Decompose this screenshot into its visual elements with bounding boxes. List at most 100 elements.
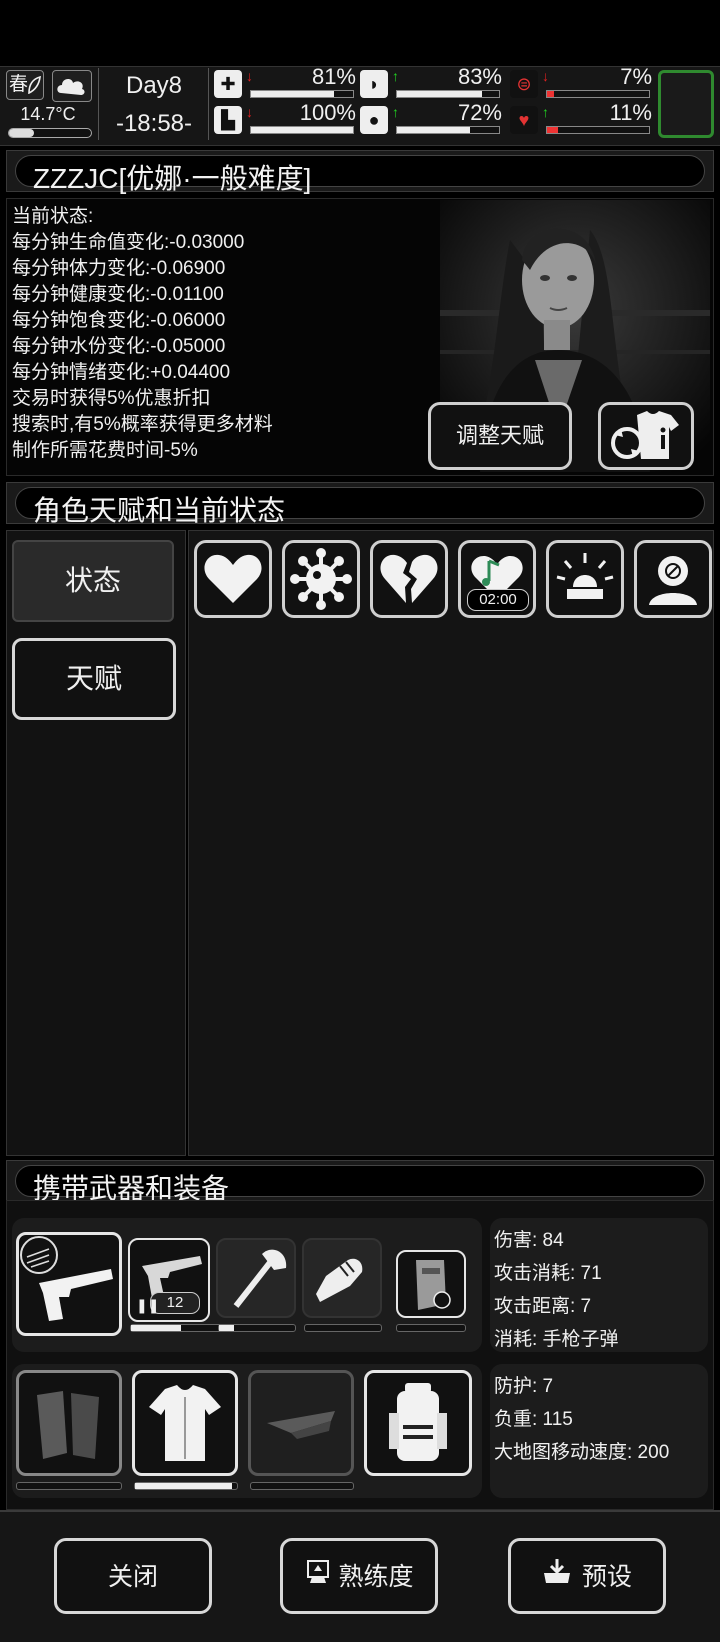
fist-icon: [316, 1258, 363, 1302]
stat-bar-stamina: [250, 126, 354, 134]
stat-value-water: 72%: [457, 100, 502, 125]
stat-bar-fill: [397, 127, 471, 133]
weapon-durability-bar: [304, 1324, 382, 1332]
effect-line: 每分钟生命值变化:-0.03000: [12, 232, 245, 253]
weapon-stats: 伤害: 84 攻击消耗: 71 攻击距离: 7 消耗: 手枪子弹: [490, 1218, 708, 1352]
divider: [98, 68, 99, 140]
weapon-slot-axe[interactable]: [216, 1238, 296, 1318]
broken-heart-icon: [380, 554, 438, 603]
medkit-icon: ✚: [214, 70, 242, 98]
stat-bar-infection: [546, 90, 650, 98]
stat-value-mood: 11%: [609, 100, 652, 125]
heart-icon: [204, 554, 262, 603]
temperature-bar: [8, 128, 92, 138]
adjust-talent-button[interactable]: 调整天赋: [428, 402, 572, 470]
weapon-durability-bar: [218, 1324, 296, 1332]
change-outfit-button[interactable]: [598, 402, 694, 470]
close-button[interactable]: 关闭: [54, 1538, 212, 1614]
download-tray-icon: [542, 1542, 572, 1612]
temperature-bar-fill: [9, 129, 34, 137]
preset-label: 预设: [581, 1563, 632, 1592]
weapon-slot-pistol[interactable]: 12 ❚❚: [128, 1238, 210, 1322]
preset-button[interactable]: 预设: [508, 1538, 666, 1614]
talents-title: 角色天赋和当前状态: [33, 495, 286, 526]
gloves-icon: [37, 1391, 99, 1459]
weapon-slot-shield[interactable]: [396, 1250, 466, 1318]
effect-line: 当前状态:: [12, 206, 94, 227]
trend-arrow: ↑: [392, 104, 399, 120]
effects-list: 当前状态: 每分钟生命值变化:-0.03000 每分钟体力变化:-0.06900 每分…: [12, 204, 273, 464]
bullet-icon: ❚❚: [136, 1297, 160, 1313]
weapon-durability-bar: [396, 1324, 466, 1332]
medal-icon: [304, 1542, 332, 1612]
tab-state[interactable]: 状态: [12, 540, 174, 622]
virus-icon: [290, 548, 352, 610]
armor-stat-line: 防护: 7: [494, 1376, 554, 1397]
stat-bar-fill: [251, 127, 353, 133]
talent-tabs-column: [6, 530, 186, 1156]
backpack-icon: [389, 1383, 447, 1461]
status-head[interactable]: [634, 540, 712, 618]
trend-arrow: ↓: [542, 68, 549, 84]
boot-icon: ▙: [214, 106, 242, 134]
day-counter: Day8: [125, 72, 183, 99]
status-virus[interactable]: [282, 540, 360, 618]
stat-bar-health: [250, 90, 354, 98]
quick-item-slot[interactable]: [658, 70, 714, 138]
status-music-heart[interactable]: 02:00: [458, 540, 536, 618]
stat-bar-fill: [547, 91, 555, 97]
armor-durability-bar: [134, 1482, 238, 1490]
talents-header: 角色天赋和当前状态: [6, 482, 714, 526]
stat-bar-water: [396, 126, 500, 134]
effect-line: 每分钟健康变化:-0.01100: [12, 284, 224, 305]
tab-talent[interactable]: 天赋: [12, 638, 176, 720]
armor-durability-bar: [16, 1482, 122, 1490]
armor-durability-bar: [250, 1482, 354, 1490]
shirt-icon: [149, 1385, 221, 1461]
stat-value-food: 83%: [457, 64, 502, 89]
stat-value-infection: 7%: [620, 64, 652, 89]
stat-bar-fill: [397, 91, 482, 97]
equipped-weapon-slot[interactable]: [16, 1232, 122, 1336]
season-badge: 春: [6, 70, 44, 100]
trend-arrow: ↓: [246, 68, 253, 84]
stat-bar-food: [396, 90, 500, 98]
status-effects-area: [188, 530, 714, 1156]
visor-cap-icon: [267, 1411, 335, 1439]
effect-line: 每分钟体力变化:-0.06900: [12, 258, 226, 279]
armor-slot-backpack[interactable]: [364, 1370, 472, 1476]
heart-icon: ♥: [510, 106, 538, 134]
effect-line: 每分钟情绪变化:+0.04400: [12, 362, 231, 383]
armor-slot-gloves[interactable]: [16, 1370, 122, 1476]
stat-value-health: 81%: [311, 64, 356, 89]
trend-arrow: ↑: [392, 68, 399, 84]
effect-line: 搜索时,有5%概率获得更多材料: [12, 414, 273, 435]
refresh-shirt-icon: [611, 411, 679, 459]
trend-arrow: ↓: [246, 104, 253, 120]
axe-icon: [233, 1249, 287, 1308]
status-broken-heart[interactable]: [370, 540, 448, 618]
game-clock: -18:58-: [115, 110, 193, 137]
temperature-text: 14.7°C: [20, 104, 76, 124]
stat-bar-fill: [251, 91, 334, 97]
divider: [208, 68, 209, 140]
durability-fill: [135, 1483, 232, 1489]
armor-stats: 防护: 7 负重: 115 大地图移动速度: 200: [490, 1364, 708, 1498]
alarm-icon: [556, 553, 614, 599]
riot-shield-icon: [416, 1260, 451, 1310]
weapon-slot-fist[interactable]: [302, 1238, 382, 1318]
proficiency-label: 熟练度: [338, 1563, 414, 1592]
stat-bar-mood: [546, 126, 650, 134]
stomach-icon: ◗: [360, 70, 388, 98]
stat-value-stamina: 100%: [299, 100, 356, 125]
durability-fill: [219, 1325, 235, 1331]
armor-slot-cap[interactable]: [248, 1370, 354, 1476]
season-label: 春: [9, 74, 29, 95]
head-icon: [649, 556, 697, 605]
proficiency-button[interactable]: 熟练度: [280, 1538, 438, 1614]
status-alarm[interactable]: [546, 540, 624, 618]
status-heart[interactable]: [194, 540, 272, 618]
weather-cloud-icon: [52, 70, 92, 102]
armor-slot-shirt[interactable]: [132, 1370, 238, 1476]
mask-icon: ⊜: [510, 70, 538, 98]
